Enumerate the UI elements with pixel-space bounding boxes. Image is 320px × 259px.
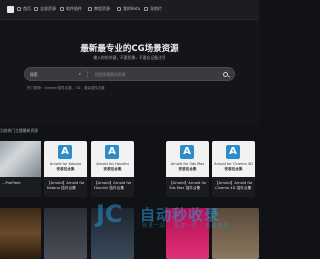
plugin-icon [60, 7, 64, 11]
home-icon [17, 7, 21, 11]
card-thumbnail: A Arnold for Cinema 4D 安装包合集 [212, 141, 255, 177]
card-thumbnail: A Arnold for Katana 安装包合集 [44, 141, 87, 177]
resource-card[interactable]: A Arnold for Katana 安装包合集 【Arnold】Arnold… [44, 141, 87, 197]
top-nav: 首页 全部资源 软件插件 教程资源 我的Beta 导航栏 [0, 0, 259, 20]
hero-subtitle: 输入你的关键，不要犹豫，不要忘记备注号 [93, 55, 166, 60]
card-title: 【Arnold】Arnold for 3ds Max 插件合集 [169, 181, 207, 190]
resource-card[interactable]: A Arnold for Houdini 安装包合集 【Arnold】Arnol… [91, 141, 134, 197]
watermark: JC 自动秒收录 收录一站 · 来访一次 · 自动收录 [96, 200, 230, 229]
resource-card[interactable]: A Arnold for Cinema 4D 安装包合集 【Arnold】Arn… [212, 141, 255, 197]
compass-icon [144, 7, 148, 11]
arnold-logo-icon: A [58, 145, 72, 159]
section-title: 当前热门主题最新资源 [0, 128, 38, 133]
nav-plugins[interactable]: 软件插件 [60, 6, 82, 12]
nav-home[interactable]: 首页 [17, 6, 31, 12]
watermark-logo-icon: JC [96, 200, 123, 228]
card-title: 【Arnold】Arnold for Houdini 插件合集 [94, 181, 132, 190]
search-category-select[interactable]: 搜索 [30, 72, 38, 78]
nav-guide[interactable]: 导航栏 [144, 6, 162, 12]
resource-card-image[interactable] [0, 208, 41, 259]
search-input[interactable]: 找到所需要的资源 [95, 72, 125, 78]
arnold-logo-icon: A [226, 145, 240, 159]
nav-all[interactable]: 全部资源 [34, 6, 56, 12]
resource-card[interactable]: ...ProPlant [0, 141, 41, 197]
grid-icon [34, 7, 38, 11]
resource-card[interactable]: A Arnold for 3ds Max 安装包合集 【Arnold】Arnol… [166, 141, 209, 197]
card-title: 【Arnold】Arnold for Cinema 4D 插件合集 [215, 181, 253, 190]
arnold-logo-icon: A [180, 145, 194, 159]
chevron-down-icon: ▾ [79, 72, 81, 76]
book-icon [88, 7, 92, 11]
hot-keywords[interactable]: 热门推荐：blender插件合集，3D，渲染插件合集 [27, 86, 105, 91]
site-logo[interactable] [7, 6, 14, 13]
card-thumbnail: A Arnold for 3ds Max 安装包合集 [166, 141, 209, 177]
card-title: 【Arnold】Arnold for Katana 插件合集 [47, 181, 85, 190]
card-title: ...ProPlant [2, 181, 21, 185]
resource-card-image[interactable] [44, 208, 87, 259]
search-icon[interactable] [223, 71, 228, 77]
arnold-logo-icon: A [105, 145, 119, 159]
nav-beta[interactable]: 我的Beta [117, 6, 140, 12]
card-thumbnail [0, 141, 41, 177]
user-icon [117, 7, 121, 11]
hero-title: 最新最专业的CG场景资源 [80, 44, 179, 54]
card-thumbnail: A Arnold for Houdini 安装包合集 [91, 141, 134, 177]
search-bar[interactable]: 搜索 ▾ 找到所需要的资源 [24, 67, 235, 81]
search-divider [87, 71, 88, 78]
nav-tutorials[interactable]: 教程资源 [88, 6, 110, 12]
